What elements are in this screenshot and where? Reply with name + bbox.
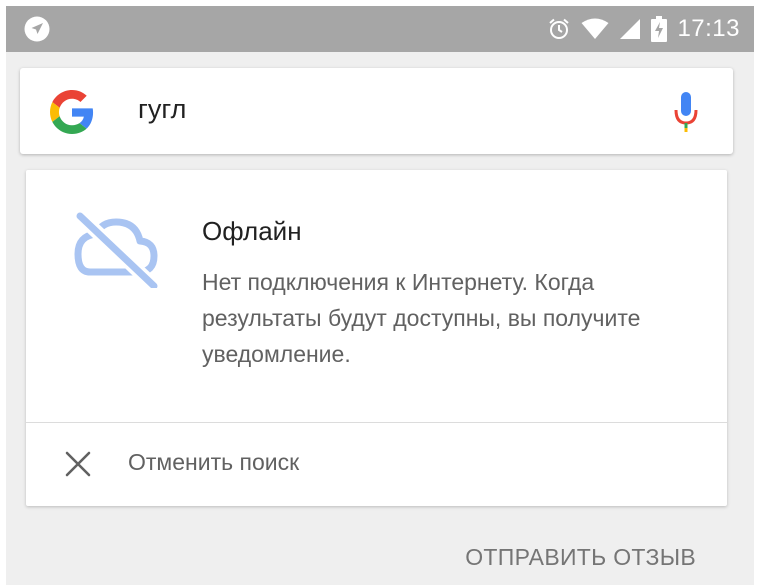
cancel-search-label: Отменить поиск [128, 449, 300, 475]
navigation-icon [24, 16, 50, 42]
offline-card: Офлайн Нет подключения к Интернету. Когд… [26, 170, 727, 506]
status-bar: 17:13 [6, 6, 754, 52]
wifi-icon [581, 18, 609, 39]
cancel-search-button[interactable]: Отменить поиск [26, 423, 727, 506]
mic-icon[interactable] [673, 90, 699, 134]
phone-screen: 17:13 гугл Офлайн Нет подключения к Инте… [6, 6, 754, 585]
search-bar[interactable]: гугл [20, 68, 733, 154]
status-icons: 17:13 [547, 6, 740, 52]
battery-charging-icon [651, 16, 668, 42]
card-title: Офлайн [202, 216, 302, 246]
search-input[interactable]: гугл [138, 94, 186, 125]
close-icon [65, 451, 91, 477]
card-message: Нет подключения к Интернету. Когда резул… [202, 269, 641, 367]
signal-icon [620, 19, 641, 39]
alarm-icon [549, 18, 570, 39]
cloud-off-icon [74, 210, 159, 288]
send-feedback-button[interactable]: ОТПРАВИТЬ ОТЗЫВ [465, 544, 696, 571]
google-logo[interactable] [50, 90, 94, 134]
status-time: 17:13 [677, 15, 740, 42]
